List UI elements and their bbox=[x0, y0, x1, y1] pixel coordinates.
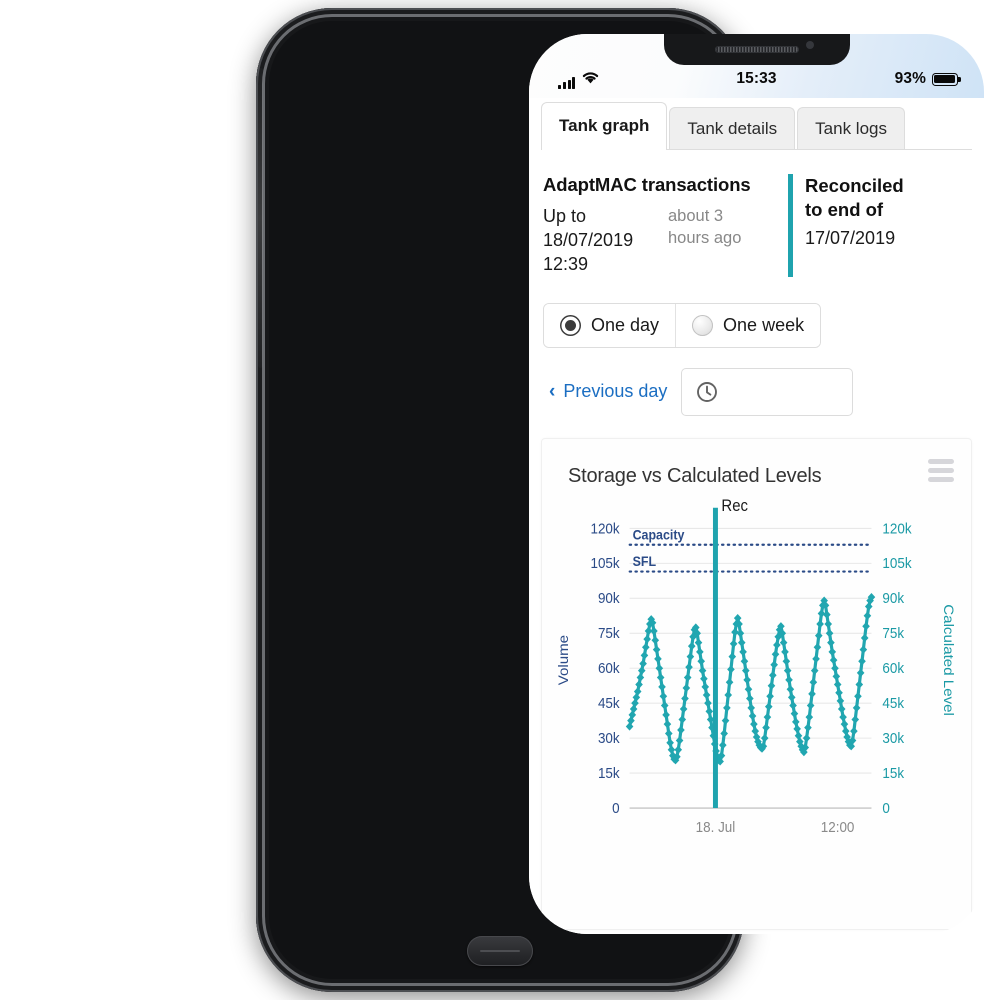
home-button[interactable] bbox=[467, 936, 533, 966]
tab-tank-graph-label: Tank graph bbox=[559, 116, 650, 135]
range-option-one-week[interactable]: One week bbox=[675, 303, 821, 347]
phone-screen: 15:33 93% Tank graph Tank details Tank l… bbox=[529, 34, 984, 934]
range-option-one-week-label: One week bbox=[723, 314, 805, 335]
chevron-left-icon: ‹ bbox=[549, 381, 556, 403]
transactions-relative-time: about 3 hours ago bbox=[668, 205, 760, 277]
chart-plot-area: 0 0 15k 15k 30k 30k 45k 45k 60k 60k 75k 75k 90k 90k 10… bbox=[542, 497, 971, 929]
tab-tank-graph[interactable]: Tank graph bbox=[541, 102, 668, 150]
reconciled-line2: to end of bbox=[805, 199, 884, 221]
status-bar-row: 15:33 93% bbox=[529, 68, 984, 90]
svg-text:SFL: SFL bbox=[633, 553, 657, 569]
svg-text:Calculated Level: Calculated Level bbox=[940, 604, 955, 716]
tab-tank-details-label: Tank details bbox=[687, 118, 778, 138]
svg-text:Capacity: Capacity bbox=[633, 527, 686, 543]
svg-text:Rec: Rec bbox=[721, 497, 748, 515]
svg-text:75k: 75k bbox=[882, 624, 905, 641]
tab-bar: Tank graph Tank details Tank logs bbox=[541, 98, 972, 150]
svg-text:45k: 45k bbox=[598, 694, 621, 711]
transactions-title: AdaptMAC transactions bbox=[543, 174, 751, 195]
status-bar-right: 93% bbox=[894, 70, 961, 88]
svg-text:105k: 105k bbox=[590, 555, 620, 572]
svg-text:90k: 90k bbox=[882, 589, 905, 606]
svg-text:120k: 120k bbox=[590, 520, 620, 537]
speaker-grille bbox=[714, 46, 799, 53]
svg-text:0: 0 bbox=[882, 799, 890, 816]
reconciled-date: 17/07/2019 bbox=[805, 228, 896, 249]
chart-svg: 0 0 15k 15k 30k 30k 45k 45k 60k 60k 75k 75k 90k 90k 10… bbox=[556, 497, 955, 835]
svg-text:30k: 30k bbox=[882, 729, 905, 746]
svg-text:18. Jul: 18. Jul bbox=[696, 818, 736, 835]
svg-text:0: 0 bbox=[612, 799, 620, 816]
transactions-upto-date: 18/07/2019 bbox=[543, 229, 634, 250]
range-option-one-day-label: One day bbox=[591, 314, 660, 335]
svg-text:15k: 15k bbox=[882, 764, 905, 781]
svg-text:60k: 60k bbox=[598, 659, 621, 676]
transactions-upto: Up to 18/07/2019 12:39 bbox=[543, 205, 655, 277]
svg-text:60k: 60k bbox=[882, 659, 905, 676]
transactions-relative-line1: about 3 bbox=[668, 207, 724, 225]
previous-day-button[interactable]: ‹ Previous day bbox=[543, 381, 667, 402]
reconciled-block: Reconciled to end of 17/07/2019 bbox=[788, 174, 904, 277]
transactions-detail: Up to 18/07/2019 12:39 about 3 hours ago bbox=[543, 205, 788, 277]
radio-icon-one-week[interactable] bbox=[692, 314, 714, 336]
transactions-upto-time: 12:39 bbox=[543, 253, 589, 274]
date-navigation: ‹ Previous day bbox=[543, 367, 970, 416]
app-content: Tank graph Tank details Tank logs AdaptM… bbox=[529, 98, 984, 934]
svg-text:120k: 120k bbox=[882, 520, 912, 537]
hamburger-menu-icon[interactable] bbox=[928, 458, 954, 482]
svg-text:105k: 105k bbox=[882, 555, 912, 572]
range-option-one-day[interactable]: One day bbox=[544, 303, 676, 347]
svg-text:15k: 15k bbox=[598, 764, 621, 781]
tab-tank-details[interactable]: Tank details bbox=[669, 107, 796, 149]
battery-icon bbox=[932, 72, 961, 86]
reconciled-label: Reconciled to end of bbox=[805, 174, 904, 222]
phone-frame: 15:33 93% Tank graph Tank details Tank l… bbox=[256, 8, 984, 992]
transactions-header: AdaptMAC transactions Up to 18/07/2019 1… bbox=[543, 174, 970, 277]
chart-card: Storage vs Calculated Levels 0 0 15k 15k 30k… bbox=[541, 437, 972, 930]
svg-text:45k: 45k bbox=[882, 694, 905, 711]
chart-title: Storage vs Calculated Levels bbox=[568, 464, 822, 487]
svg-text:Volume: Volume bbox=[556, 635, 571, 685]
radio-icon-one-day[interactable] bbox=[560, 314, 581, 336]
transactions-relative-line2: hours ago bbox=[668, 228, 742, 247]
front-camera-icon bbox=[805, 41, 814, 49]
svg-text:12:00: 12:00 bbox=[821, 818, 855, 835]
transactions-upto-label: Up to bbox=[543, 206, 587, 226]
clock-icon bbox=[696, 381, 718, 403]
svg-text:90k: 90k bbox=[598, 589, 621, 606]
previous-day-label: Previous day bbox=[563, 381, 668, 402]
range-selector: One day One week bbox=[543, 302, 822, 348]
battery-percent-label: 93% bbox=[894, 70, 926, 87]
transactions-summary: AdaptMAC transactions Up to 18/07/2019 1… bbox=[543, 174, 788, 277]
reconciled-line1: Reconciled bbox=[805, 175, 904, 196]
tab-tank-logs[interactable]: Tank logs bbox=[797, 107, 905, 149]
notch bbox=[663, 34, 850, 65]
svg-text:75k: 75k bbox=[598, 624, 621, 641]
tab-tank-logs-label: Tank logs bbox=[815, 118, 887, 138]
date-picker-input[interactable] bbox=[681, 367, 854, 416]
svg-text:30k: 30k bbox=[598, 729, 621, 746]
